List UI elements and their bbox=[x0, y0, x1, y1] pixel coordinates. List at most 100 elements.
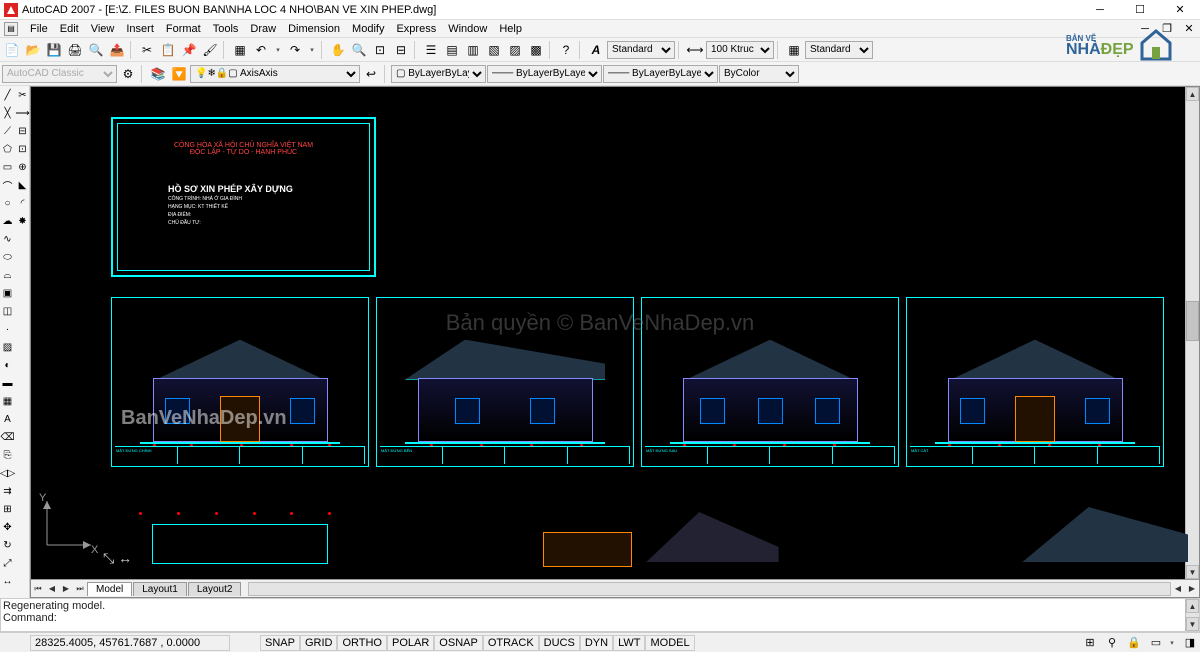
redo-icon[interactable]: ↷ bbox=[285, 40, 305, 60]
tab-first-icon[interactable]: ⏮ bbox=[31, 582, 45, 596]
toggle-snap[interactable]: SNAP bbox=[260, 635, 300, 651]
doc-minimize-button[interactable]: ─ bbox=[1134, 21, 1156, 37]
undo-icon[interactable]: ↶ bbox=[251, 40, 271, 60]
markup-icon[interactable]: ▨ bbox=[505, 40, 525, 60]
tab-next-icon[interactable]: ▶ bbox=[59, 582, 73, 596]
menu-view[interactable]: View bbox=[85, 23, 121, 35]
table-style-select[interactable]: Standard bbox=[805, 41, 873, 59]
explode-icon[interactable]: ✸ bbox=[15, 212, 30, 230]
open-icon[interactable]: 📂 bbox=[23, 40, 43, 60]
join-icon[interactable]: ⊕ bbox=[15, 158, 30, 176]
pan-icon[interactable]: ✋ bbox=[328, 40, 348, 60]
workspace-settings-icon[interactable]: ⚙ bbox=[118, 64, 138, 84]
hscroll-left-icon[interactable]: ◀ bbox=[1171, 582, 1185, 596]
array-icon[interactable]: ⊞ bbox=[0, 500, 15, 518]
document-system-icon[interactable]: ▤ bbox=[4, 22, 18, 36]
table-icon[interactable]: ▦ bbox=[0, 392, 15, 410]
preview-icon[interactable]: 🔍 bbox=[86, 40, 106, 60]
move-icon[interactable]: ✥ bbox=[0, 518, 15, 536]
text-style-select[interactable]: Standard bbox=[607, 41, 675, 59]
tab-prev-icon[interactable]: ◀ bbox=[45, 582, 59, 596]
a-style-icon[interactable]: A bbox=[586, 40, 606, 60]
status-annovis-icon[interactable]: ⚲ bbox=[1102, 634, 1122, 652]
properties-icon[interactable]: ☰ bbox=[421, 40, 441, 60]
menu-express[interactable]: Express bbox=[390, 23, 442, 35]
toggle-dyn[interactable]: DYN bbox=[580, 635, 613, 651]
zoom-prev-icon[interactable]: ⊟ bbox=[391, 40, 411, 60]
line-icon[interactable]: ╱ bbox=[0, 86, 15, 104]
new-icon[interactable]: 📄 bbox=[2, 40, 22, 60]
menu-file[interactable]: File bbox=[24, 23, 54, 35]
tab-last-icon[interactable]: ⏭ bbox=[73, 582, 87, 596]
polygon-icon[interactable]: ⬠ bbox=[0, 140, 15, 158]
status-annoscale-icon[interactable]: ⊞ bbox=[1080, 634, 1100, 652]
minimize-button[interactable]: ─ bbox=[1080, 0, 1120, 20]
trim-icon[interactable]: ✂ bbox=[15, 86, 30, 104]
status-coordinates[interactable]: 28325.4005, 45761.7687 , 0.0000 bbox=[30, 635, 230, 651]
status-tray-dropdown[interactable]: ▾ bbox=[1166, 634, 1178, 652]
menu-tools[interactable]: Tools bbox=[207, 23, 245, 35]
tab-layout2[interactable]: Layout2 bbox=[188, 582, 242, 596]
hscroll-right-icon[interactable]: ▶ bbox=[1185, 582, 1199, 596]
zoom-rt-icon[interactable]: 🔍 bbox=[349, 40, 369, 60]
layer-manager-icon[interactable]: 📚 bbox=[148, 64, 168, 84]
mirror-icon[interactable]: ◁▷ bbox=[0, 464, 15, 482]
redo-dropdown[interactable]: ▾ bbox=[306, 41, 318, 59]
fillet-icon[interactable]: ◜ bbox=[15, 194, 30, 212]
copy-obj-icon[interactable]: ⎘ bbox=[0, 446, 15, 464]
tab-layout1[interactable]: Layout1 bbox=[133, 582, 187, 596]
break-icon[interactable]: ⊡ bbox=[15, 140, 30, 158]
save-icon[interactable]: 💾 bbox=[44, 40, 64, 60]
doc-close-button[interactable]: ✕ bbox=[1178, 21, 1200, 37]
dim-style-select[interactable]: 100 Ktruc bbox=[706, 41, 774, 59]
circle-icon[interactable]: ○ bbox=[0, 194, 15, 212]
toggle-polar[interactable]: POLAR bbox=[387, 635, 434, 651]
match-icon[interactable]: 🖌 bbox=[200, 40, 220, 60]
menu-format[interactable]: Format bbox=[160, 23, 207, 35]
pline-icon[interactable]: ⟋ bbox=[0, 122, 15, 140]
plotstyle-select[interactable]: ByColor bbox=[719, 65, 799, 83]
scroll-thumb[interactable] bbox=[1186, 301, 1199, 341]
toggle-lwt[interactable]: LWT bbox=[613, 635, 645, 651]
menu-dimension[interactable]: Dimension bbox=[282, 23, 346, 35]
chamfer-icon[interactable]: ◣ bbox=[15, 176, 30, 194]
xline-icon[interactable]: ╳ bbox=[0, 104, 15, 122]
sheet-set-icon[interactable]: ▧ bbox=[484, 40, 504, 60]
spline-icon[interactable]: ∿ bbox=[0, 230, 15, 248]
arc-icon[interactable]: ⌒ bbox=[0, 176, 15, 194]
toggle-ducs[interactable]: DUCS bbox=[539, 635, 580, 651]
gradient-icon[interactable]: ◐ bbox=[0, 356, 15, 374]
undo-dropdown[interactable]: ▾ bbox=[272, 41, 284, 59]
dim-style-icon[interactable]: ⟷ bbox=[685, 40, 705, 60]
mtext-icon[interactable]: A bbox=[0, 410, 15, 428]
ellipse-icon[interactable]: ⬭ bbox=[0, 248, 15, 266]
cmd-scroll-up-icon[interactable]: ▲ bbox=[1186, 599, 1199, 613]
publish-icon[interactable]: 📤 bbox=[107, 40, 127, 60]
layer-select[interactable]: 💡❄🔒▢ AxisAxis bbox=[190, 65, 360, 83]
command-vscroll[interactable]: ▲ ▼ bbox=[1185, 599, 1199, 631]
workspace-select[interactable]: AutoCAD Classic bbox=[2, 65, 117, 83]
hatch-icon[interactable]: ▨ bbox=[0, 338, 15, 356]
layer-prev-icon[interactable]: ↩ bbox=[361, 64, 381, 84]
menu-edit[interactable]: Edit bbox=[54, 23, 85, 35]
menu-insert[interactable]: Insert bbox=[120, 23, 160, 35]
tab-model[interactable]: Model bbox=[87, 582, 132, 596]
insert-block-icon[interactable]: ▣ bbox=[0, 284, 15, 302]
toggle-grid[interactable]: GRID bbox=[300, 635, 338, 651]
command-window[interactable]: Regenerating model. Command: ▲ ▼ bbox=[0, 598, 1200, 632]
make-block-icon[interactable]: ◫ bbox=[0, 302, 15, 320]
stretch-icon[interactable]: ↔ bbox=[0, 572, 15, 590]
revcloud-icon[interactable]: ☁ bbox=[0, 212, 15, 230]
scale-icon[interactable]: ⤢ bbox=[0, 554, 15, 572]
doc-restore-button[interactable]: ❐ bbox=[1156, 21, 1178, 37]
quickcalc-icon[interactable]: ▩ bbox=[526, 40, 546, 60]
point-icon[interactable]: · bbox=[0, 320, 15, 338]
plot-icon[interactable]: 🖨 bbox=[65, 40, 85, 60]
linetype-select[interactable]: ─── ByLayerByLayer bbox=[487, 65, 602, 83]
toggle-otrack[interactable]: OTRACK bbox=[483, 635, 539, 651]
layer-filter-icon[interactable]: 🔽 bbox=[169, 64, 189, 84]
help-icon[interactable]: ? bbox=[556, 40, 576, 60]
status-hardware-icon[interactable]: ▭ bbox=[1146, 634, 1166, 652]
cut-icon[interactable]: ✂ bbox=[137, 40, 157, 60]
table-style-icon[interactable]: ▦ bbox=[784, 40, 804, 60]
